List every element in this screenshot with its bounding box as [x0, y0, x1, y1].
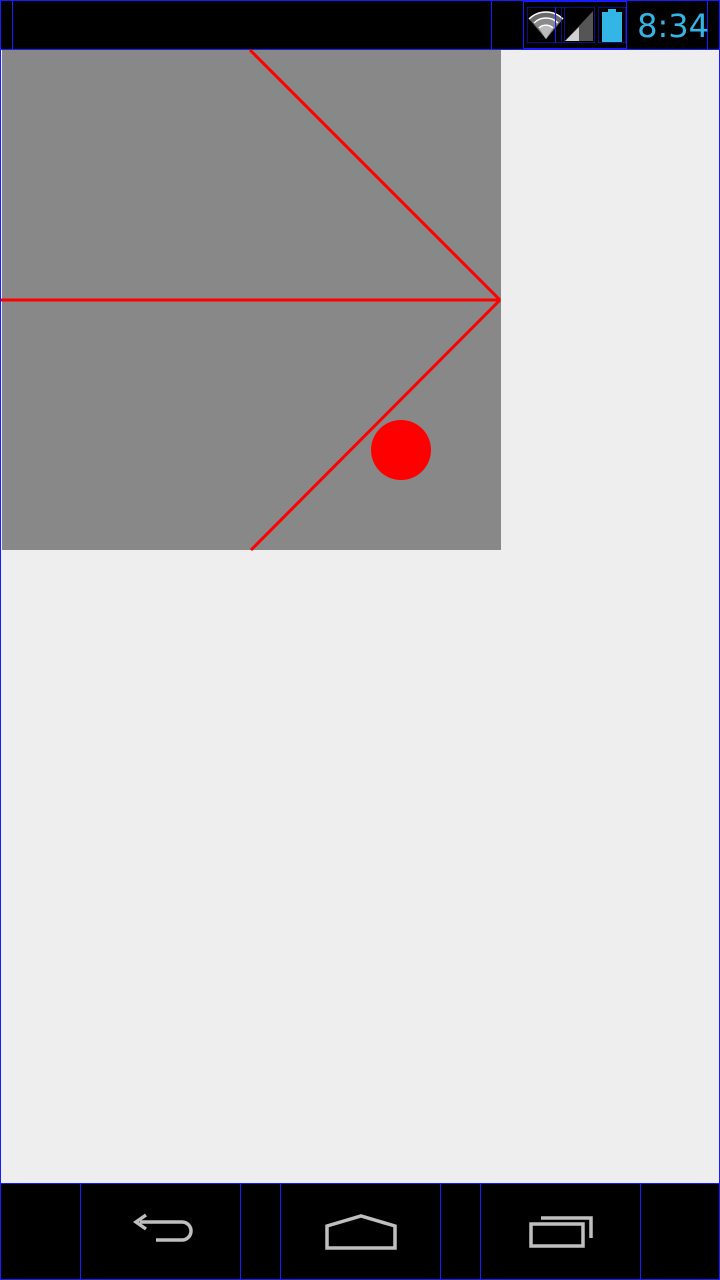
status-clock: 8:34 [637, 7, 709, 45]
home-icon [324, 1213, 397, 1250]
nav-divider [240, 1184, 241, 1279]
nav-divider [440, 1184, 441, 1279]
red-ball [371, 420, 431, 480]
status-bar-divider [555, 7, 556, 43]
status-bar-divider [12, 1, 13, 49]
wifi-icon [527, 7, 565, 43]
game-canvas[interactable] [1, 48, 502, 552]
battery-icon [598, 7, 626, 43]
cell-signal-icon [561, 7, 595, 43]
status-bar: 8:34 [0, 0, 720, 50]
navigation-bar [0, 1183, 720, 1280]
phone-screen: 8:34 [0, 0, 720, 1280]
recent-apps-button[interactable] [481, 1184, 640, 1279]
nav-divider [640, 1184, 641, 1279]
home-button[interactable] [281, 1184, 440, 1279]
back-icon [132, 1213, 193, 1242]
recent-apps-icon [528, 1215, 593, 1248]
status-bar-divider [491, 1, 492, 49]
app-content [0, 48, 720, 1183]
diagonal-line-bottom [249, 298, 502, 552]
canvas-drawing [1, 48, 502, 552]
back-button[interactable] [81, 1184, 240, 1279]
diagonal-line-top [248, 48, 502, 302]
